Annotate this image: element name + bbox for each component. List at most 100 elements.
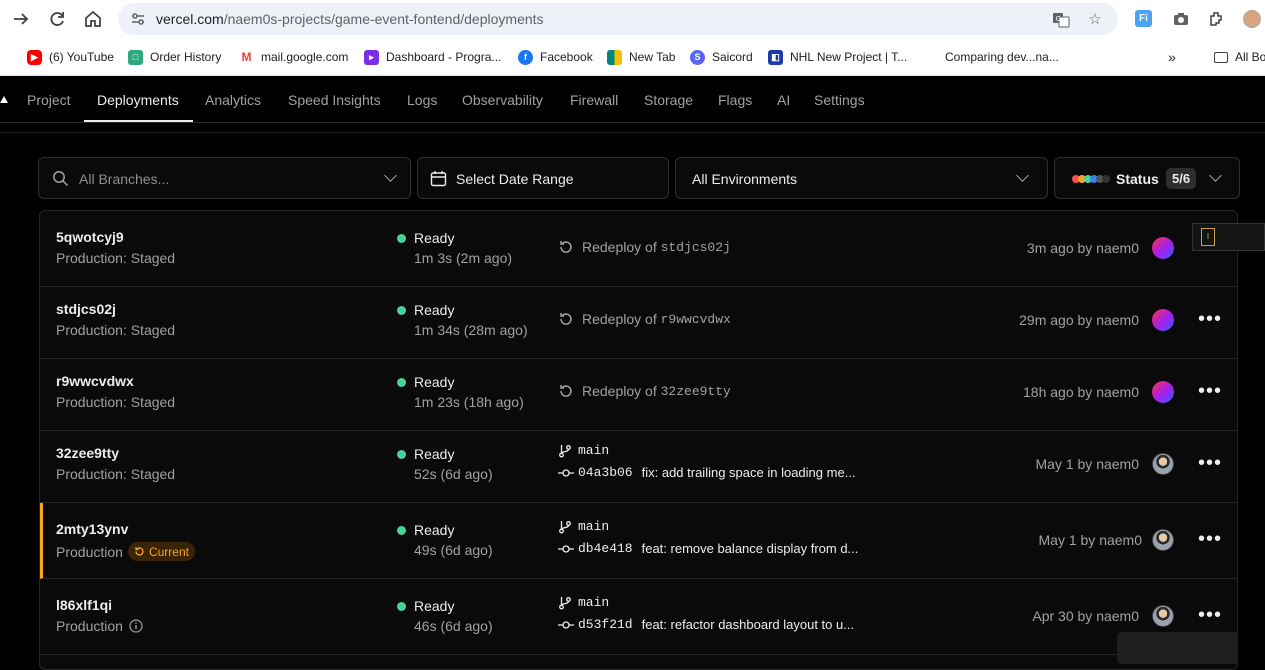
back-arrow-icon[interactable] — [10, 8, 32, 30]
branch-name[interactable]: main — [558, 443, 609, 458]
svg-text:G: G — [1056, 15, 1061, 23]
deployment-id[interactable]: l86xlf1qi — [56, 597, 112, 613]
avatar[interactable] — [1152, 237, 1174, 259]
deployment-meta: 3m ago by naem0 — [1026, 240, 1139, 256]
deployment-row[interactable]: 2mty13ynv Production Current Ready 49s (… — [40, 503, 1237, 579]
deployment-environment: Production: Staged — [56, 394, 176, 410]
date-range-filter[interactable]: Select Date Range — [417, 157, 669, 199]
tab-analytics[interactable]: Analytics — [205, 92, 261, 108]
status-label: Ready — [414, 374, 455, 390]
address-bar[interactable]: vercel.com/naem0s-projects/game-event-fo… — [118, 3, 1118, 35]
branch-filter[interactable]: All Branches... — [38, 157, 411, 199]
tab-deployments[interactable]: Deployments — [97, 92, 179, 108]
build-duration: 1m 3s (2m ago) — [414, 250, 513, 266]
commit-info[interactable]: 04a3b06 fix: add trailing space in loadin… — [558, 465, 856, 480]
branch-name[interactable]: main — [558, 519, 609, 534]
calendar-icon — [430, 171, 447, 187]
vercel-logo-icon[interactable] — [0, 96, 8, 103]
star-icon[interactable]: ☆ — [1086, 11, 1104, 29]
status-ready-dot — [397, 602, 406, 611]
deployments-list: 5qwotcyj9 Production: Staged Ready 1m 3s… — [39, 210, 1238, 670]
branch-name[interactable]: main — [558, 595, 609, 610]
status-count-badge: 5/6 — [1166, 168, 1197, 189]
bookmark-nhl[interactable]: ◧ NHL New Project | T... — [768, 48, 907, 66]
deployment-id[interactable]: 32zee9tty — [56, 445, 119, 461]
deployment-id[interactable]: stdjcs02j — [56, 301, 116, 317]
site-info-icon[interactable] — [130, 11, 146, 27]
avatar[interactable] — [1152, 453, 1174, 475]
avatar[interactable] — [1152, 381, 1174, 403]
redeploy-icon — [560, 313, 572, 325]
tab-flags[interactable]: Flags — [718, 92, 752, 108]
tab-speed-insights[interactable]: Speed Insights — [288, 92, 381, 108]
tab-ai[interactable]: AI — [777, 92, 790, 108]
nhl-icon: ◧ — [768, 49, 783, 65]
more-options-icon[interactable]: ••• — [1198, 605, 1222, 625]
bookmark-new-tab[interactable]: New Tab — [607, 48, 675, 66]
more-options-icon[interactable]: ••• — [1198, 309, 1222, 329]
tab-observability[interactable]: Observability — [462, 92, 543, 108]
commit-info[interactable]: d53f21d feat: refactor dashboard layout t… — [558, 617, 854, 632]
tab-storage[interactable]: Storage — [644, 92, 693, 108]
more-options-icon[interactable]: ••• — [1198, 381, 1222, 401]
redeploy-info[interactable]: Redeploy of stdjcs02j — [558, 239, 731, 255]
bookmark-order-history[interactable]: □ Order History — [128, 48, 221, 66]
avatar[interactable] — [1152, 605, 1174, 627]
translate-icon[interactable]: G — [1052, 11, 1070, 29]
bookmark-comparing[interactable]: Comparing dev...na... — [945, 48, 1059, 66]
commit-info[interactable]: db4e418 feat: remove balance display from… — [558, 541, 858, 556]
deployment-environment: Production: Staged — [56, 466, 176, 482]
info-icon[interactable] — [129, 619, 143, 633]
tab-logs[interactable]: Logs — [407, 92, 437, 108]
status-label: Ready — [414, 302, 455, 318]
deployment-row[interactable]: 32zee9tty Production: Staged Ready 52s (… — [40, 427, 1237, 503]
redeploy-info[interactable]: Redeploy of 32zee9tty — [558, 383, 731, 399]
deployment-id[interactable]: r9wwcvdwx — [56, 373, 134, 389]
more-options-icon[interactable]: ••• — [1198, 529, 1222, 549]
bookmarks-bar: ▶ (6) YouTube □ Order History Mmail.google… — [0, 38, 1265, 76]
git-branch-icon — [559, 444, 571, 457]
bookmark-saicord[interactable]: S Saicord — [690, 48, 753, 66]
deployment-row[interactable]: r9wwcvdwx Production: Staged Ready 1m 23… — [40, 355, 1237, 431]
extension-fi-icon[interactable]: Fi — [1135, 10, 1153, 28]
extensions-puzzle-icon[interactable] — [1208, 10, 1226, 28]
url-text[interactable]: vercel.com/naem0s-projects/game-event-fo… — [156, 11, 544, 27]
tab-project[interactable]: Project — [27, 92, 71, 108]
language-widget[interactable]: ı — [1192, 223, 1265, 251]
more-bookmarks-icon[interactable]: » — [1168, 48, 1176, 66]
language-logo-icon: ı — [1201, 228, 1215, 246]
avatar[interactable] — [1152, 309, 1174, 331]
deployment-row[interactable]: 5qwotcyj9 Production: Staged Ready 1m 3s… — [40, 211, 1237, 287]
status-filter[interactable]: Status 5/6 — [1054, 157, 1240, 199]
current-badge: Current — [127, 542, 195, 561]
deployment-meta: Apr 30 by naem0 — [1032, 608, 1139, 624]
facebook-icon: f — [518, 49, 533, 65]
project-nav: Project Deployments Analytics Speed Insi… — [0, 77, 1265, 123]
tab-firewall[interactable]: Firewall — [570, 92, 618, 108]
profile-icon[interactable] — [1243, 10, 1261, 28]
camera-icon[interactable] — [1172, 10, 1190, 28]
reload-icon[interactable] — [46, 8, 68, 30]
all-bookmarks[interactable]: All Bo — [1214, 48, 1265, 66]
bookmark-gmail[interactable]: Mmail.google.com — [239, 48, 348, 66]
home-icon[interactable] — [82, 8, 104, 30]
deployment-row[interactable]: l86xlf1qi Production Ready 46s (6d ago) … — [40, 579, 1237, 655]
git-commit-icon — [558, 544, 574, 553]
more-options-icon[interactable]: ••• — [1198, 453, 1222, 473]
bookmark-youtube[interactable]: ▶ (6) YouTube — [27, 48, 114, 66]
bookmark-dashboard[interactable]: ▸ Dashboard - Progra... — [364, 48, 501, 66]
status-label: Ready — [414, 446, 455, 462]
tab-settings[interactable]: Settings — [814, 92, 865, 108]
status-label: Ready — [414, 598, 455, 614]
bookmark-facebook[interactable]: f Facebook — [518, 48, 593, 66]
status-ready-dot — [397, 306, 406, 315]
deployment-id[interactable]: 2mty13ynv — [56, 521, 128, 537]
redeploy-info[interactable]: Redeploy of r9wwcvdwx — [558, 311, 731, 327]
youtube-icon: ▶ — [27, 49, 42, 65]
deployment-id[interactable]: 5qwotcyj9 — [56, 229, 124, 245]
build-duration: 49s (6d ago) — [414, 542, 493, 558]
saicord-icon: S — [690, 49, 705, 65]
deployment-row[interactable]: stdjcs02j Production: Staged Ready 1m 34… — [40, 283, 1237, 359]
environment-filter[interactable]: All Environments — [675, 157, 1048, 199]
avatar[interactable] — [1152, 529, 1174, 551]
